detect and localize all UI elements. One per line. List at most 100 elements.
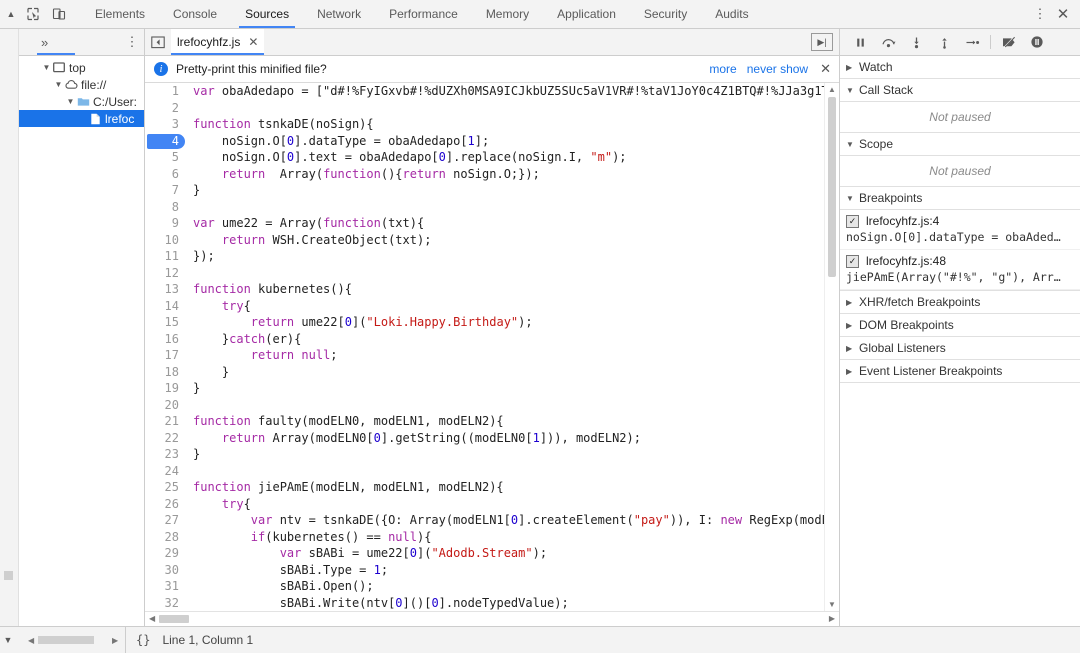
code-line[interactable]: 6 return Array(function(){return noSign.…	[145, 166, 824, 183]
collapse-caret-icon[interactable]: ▲	[2, 9, 20, 19]
tree-item-folder[interactable]: ▼ C:/User:	[19, 93, 144, 110]
pause-on-exceptions-icon[interactable]	[1023, 29, 1051, 55]
line-number[interactable]: 17	[145, 347, 187, 364]
code-horizontal-scrollbar[interactable]: ◀ ▶	[145, 611, 839, 626]
resize-handle[interactable]	[4, 571, 13, 580]
code-line[interactable]: 31 sBABi.Open();	[145, 578, 824, 595]
infobar-never-show-link[interactable]: never show	[747, 62, 808, 76]
line-number[interactable]: 7	[145, 182, 187, 199]
tree-item-file-origin[interactable]: ▼ file://	[19, 76, 144, 93]
code-vertical-scrollbar[interactable]: ▲ ▼	[824, 83, 839, 611]
line-number[interactable]: 32	[145, 595, 187, 612]
code-line[interactable]: 22 return Array(modELN0[0].getString((mo…	[145, 430, 824, 447]
code-line-with-breakpoint[interactable]: 4 noSign.O[0].dataType = obaAdedapo[1];	[145, 133, 824, 150]
line-number[interactable]: 4	[145, 133, 187, 150]
inspect-icon[interactable]	[20, 1, 46, 27]
code-line[interactable]: 1var obaAdedapo = ["d#!%FyIGxvb#!%dUZXh0…	[145, 83, 824, 100]
code-line[interactable]: 30 sBABi.Type = 1;	[145, 562, 824, 579]
twisty-icon[interactable]: ▼	[41, 63, 52, 72]
scroll-left-icon[interactable]: ◀	[149, 614, 155, 623]
code-line[interactable]: 20	[145, 397, 824, 414]
scroll-down-icon[interactable]: ▼	[825, 600, 839, 609]
tree-item-lrefocyhfz-js[interactable]: lrefoc	[19, 110, 144, 127]
step-icon[interactable]	[958, 29, 986, 55]
breakpoint-item[interactable]: ✓ lrefocyhfz.js:4 noSign.O[0].dataType =…	[840, 210, 1080, 250]
line-number[interactable]: 23	[145, 446, 187, 463]
checkbox-checked-icon[interactable]: ✓	[846, 255, 859, 268]
scroll-right-icon[interactable]: ▶	[112, 636, 118, 645]
code-line[interactable]: 24	[145, 463, 824, 480]
line-number[interactable]: 24	[145, 463, 187, 480]
line-number[interactable]: 18	[145, 364, 187, 381]
line-number[interactable]: 13	[145, 281, 187, 298]
pause-icon[interactable]	[846, 29, 874, 55]
code-lines[interactable]: 1var obaAdedapo = ["d#!%FyIGxvb#!%dUZXh0…	[145, 83, 824, 611]
infobar-more-link[interactable]: more	[709, 62, 736, 76]
code-line[interactable]: 26 try{	[145, 496, 824, 513]
code-line[interactable]: 10 return WSH.CreateObject(txt);	[145, 232, 824, 249]
code-line[interactable]: 3function tsnkaDE(noSign){	[145, 116, 824, 133]
expand-caret-icon[interactable]: ▼	[0, 635, 16, 645]
code-line[interactable]: 28 if(kubernetes() == null){	[145, 529, 824, 546]
code-line[interactable]: 21function faulty(modELN0, modELN1, modE…	[145, 413, 824, 430]
code-line[interactable]: 17 return null;	[145, 347, 824, 364]
step-into-icon[interactable]	[902, 29, 930, 55]
tab-network[interactable]: Network	[303, 0, 375, 28]
scroll-right-icon[interactable]: ▶	[829, 614, 835, 623]
line-number[interactable]: 16	[145, 331, 187, 348]
section-scope[interactable]: ▼ Scope	[840, 133, 1080, 156]
scroll-up-icon[interactable]: ▲	[825, 85, 839, 94]
code-line[interactable]: 12	[145, 265, 824, 282]
step-over-icon[interactable]	[874, 29, 902, 55]
code-line[interactable]: 23}	[145, 446, 824, 463]
deactivate-breakpoints-icon[interactable]	[995, 29, 1023, 55]
show-navigator-icon[interactable]	[145, 36, 171, 49]
line-number[interactable]: 19	[145, 380, 187, 397]
main-menu-icon[interactable]: ⋮	[1030, 6, 1050, 22]
line-number[interactable]: 30	[145, 562, 187, 579]
checkbox-checked-icon[interactable]: ✓	[846, 215, 859, 228]
line-number[interactable]: 15	[145, 314, 187, 331]
line-number[interactable]: 3	[145, 116, 187, 133]
code-line[interactable]: 19}	[145, 380, 824, 397]
step-out-icon[interactable]	[930, 29, 958, 55]
section-breakpoints[interactable]: ▼ Breakpoints	[840, 187, 1080, 210]
code-line[interactable]: 13function kubernetes(){	[145, 281, 824, 298]
navigator-horizontal-scrollbar[interactable]: ▼ ◀ ▶	[0, 627, 126, 653]
line-number[interactable]: 8	[145, 199, 187, 216]
tab-memory[interactable]: Memory	[472, 0, 543, 28]
code-line[interactable]: 8	[145, 199, 824, 216]
code-line[interactable]: 15 return ume22[0]("Loki.Happy.Birthday"…	[145, 314, 824, 331]
editor-tab-lrefocyhfz-js[interactable]: lrefocyhfz.js ✕	[171, 29, 264, 55]
line-number[interactable]: 27	[145, 512, 187, 529]
section-watch[interactable]: ▶ Watch	[840, 56, 1080, 79]
code-line[interactable]: 29 var sBABi = ume22[0]("Adodb.Stream");	[145, 545, 824, 562]
line-number[interactable]: 1	[145, 83, 187, 100]
line-number[interactable]: 6	[145, 166, 187, 183]
code-line[interactable]: 2	[145, 100, 824, 117]
code-line[interactable]: 11});	[145, 248, 824, 265]
scrollbar-thumb-horizontal[interactable]	[159, 615, 189, 623]
infobar-close-icon[interactable]: ✕	[820, 61, 831, 77]
line-number[interactable]: 11	[145, 248, 187, 265]
code-line[interactable]: 16 }catch(er){	[145, 331, 824, 348]
tab-performance[interactable]: Performance	[375, 0, 472, 28]
close-icon[interactable]: ✕	[1050, 5, 1076, 23]
tab-elements[interactable]: Elements	[81, 0, 159, 28]
scrollbar-thumb[interactable]	[828, 97, 836, 277]
line-number[interactable]: 21	[145, 413, 187, 430]
code-line[interactable]: 18 }	[145, 364, 824, 381]
code-scroll-area[interactable]: 1var obaAdedapo = ["d#!%FyIGxvb#!%dUZXh0…	[145, 83, 824, 611]
format-button[interactable]: {}	[126, 633, 162, 647]
device-toolbar-icon[interactable]	[46, 1, 72, 27]
line-number[interactable]: 25	[145, 479, 187, 496]
section-call-stack[interactable]: ▼ Call Stack	[840, 79, 1080, 102]
tab-security[interactable]: Security	[630, 0, 701, 28]
line-number[interactable]: 26	[145, 496, 187, 513]
navigator-menu-icon[interactable]: ⋮	[120, 34, 144, 50]
navigator-expand-button[interactable]: »	[19, 35, 120, 50]
section-dom-breakpoints[interactable]: ▶ DOM Breakpoints	[840, 314, 1080, 337]
breakpoint-item[interactable]: ✓ lrefocyhfz.js:48 jiePAmE(Array("#!%", …	[840, 250, 1080, 290]
line-number[interactable]: 31	[145, 578, 187, 595]
line-number[interactable]: 28	[145, 529, 187, 546]
